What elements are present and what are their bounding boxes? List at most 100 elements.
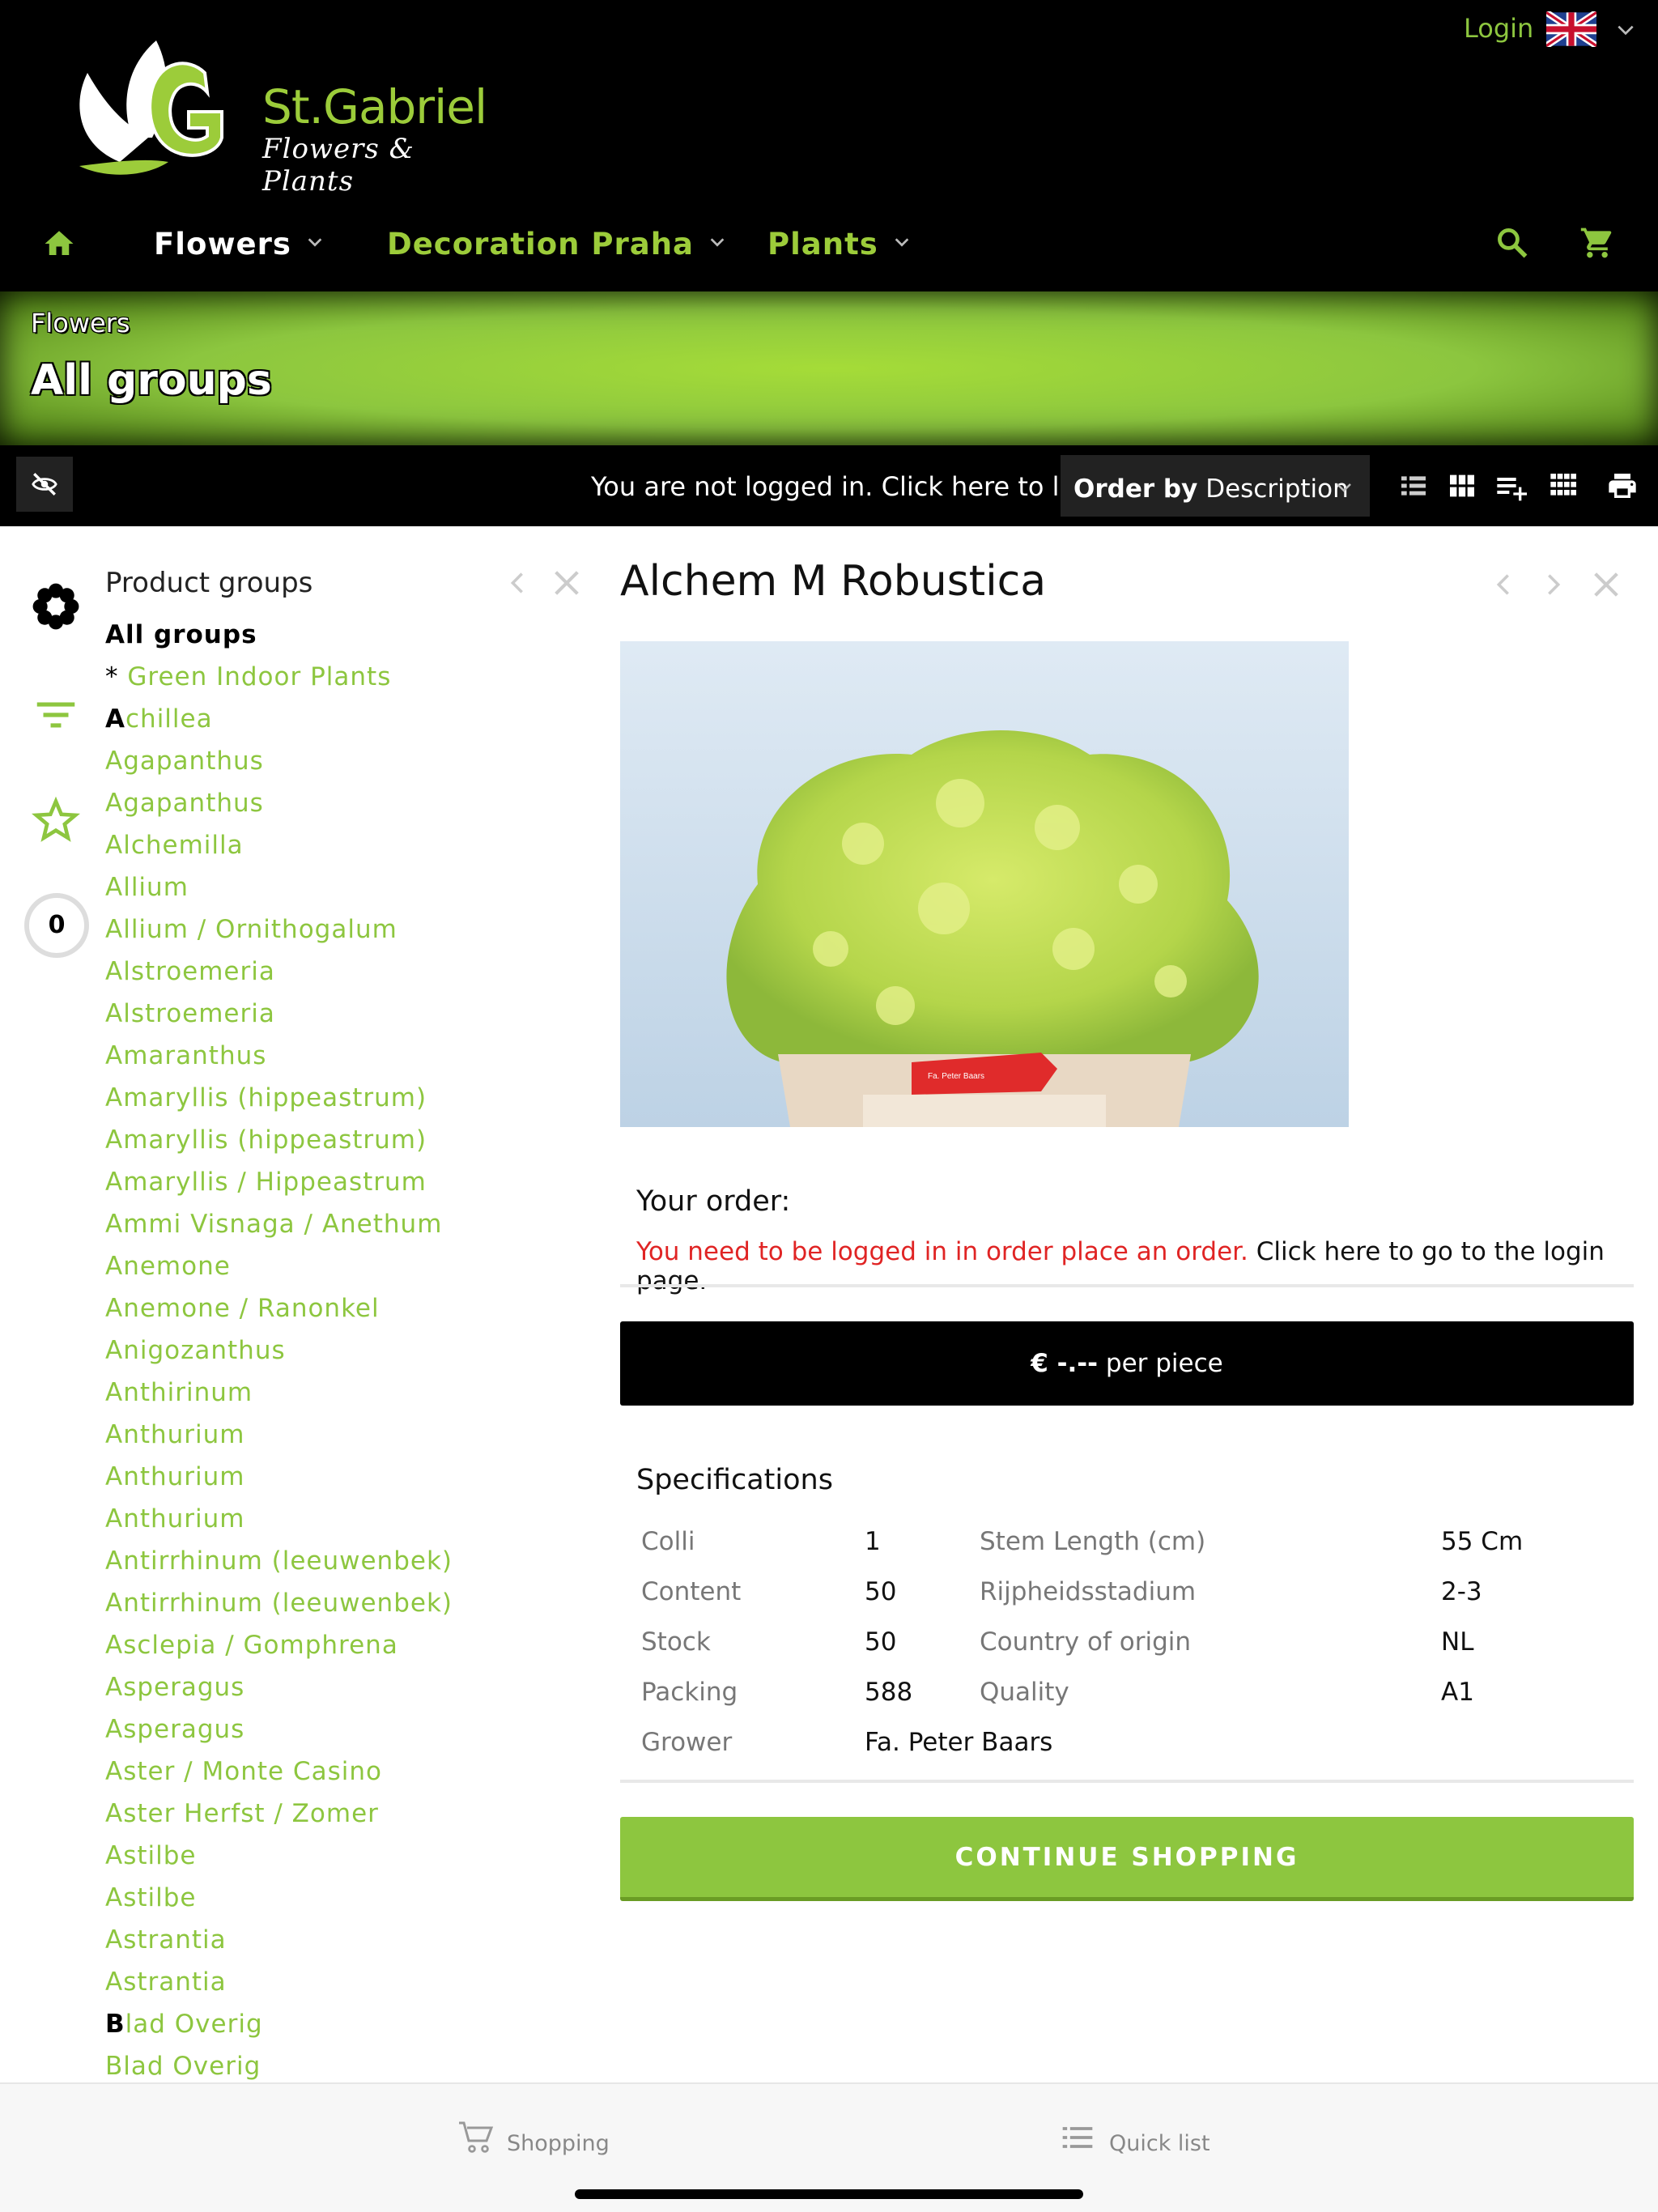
product-group-item[interactable]: Astilbe [105,1838,542,1880]
spec-key-quality: Quality [980,1678,1069,1707]
grid-view-icon[interactable] [1446,470,1478,502]
page-title: All groups [31,356,272,405]
tab-shopping-label: Shopping [507,2131,610,2156]
product-group-item[interactable]: Anthurium [105,1417,542,1459]
product-group-item[interactable]: Amaryllis (hippeastrum) [105,1080,542,1122]
site-header: St.Gabriel Flowers & Plants Login Flower… [0,0,1658,291]
product-group-item[interactable]: Aster / Monte Casino [105,1754,542,1796]
product-image[interactable]: Fa. Peter Baars [620,641,1349,1127]
login-link[interactable]: Login [1464,13,1533,44]
product-group-item[interactable]: Anemone / Ranonkel [105,1291,542,1333]
playlist-add-icon[interactable] [1494,470,1527,502]
nav-item-plants[interactable]: Plants [767,227,911,262]
price-value: € -.-- [1031,1349,1099,1378]
chevron-right-icon[interactable] [1540,568,1567,601]
product-group-item[interactable]: Asperagus [105,1670,542,1712]
letter-index: A [105,704,125,734]
logo-mark-icon [79,40,223,175]
product-group-item[interactable]: Achillea [105,701,542,743]
order-title: Your order: [636,1185,791,1218]
product-group-all[interactable]: All groups [105,617,542,659]
spec-value-packing: 588 [865,1678,913,1707]
spec-key-grower: Grower [641,1728,733,1757]
spec-key-colli: Colli [641,1527,695,1556]
site-logo[interactable]: St.Gabriel Flowers & Plants [71,24,492,198]
product-group-item[interactable]: Asperagus [105,1712,542,1754]
product-groups-list: All groups * Green Indoor Plants Achillea A… [105,617,542,2091]
product-group-item[interactable]: Blad Overig [105,2006,542,2048]
product-group-item[interactable]: Asclepia / Gomphrena [105,1627,542,1670]
product-group-item[interactable]: Amaranthus [105,1038,542,1080]
nav-item-label: Plants [767,227,878,262]
print-icon[interactable] [1606,470,1639,502]
product-group-item[interactable]: Allium [105,870,542,912]
product-group-item[interactable]: Astrantia [105,1964,542,2006]
close-icon[interactable] [551,567,583,599]
flower-icon[interactable] [31,581,81,632]
product-group-item[interactable]: * Green Indoor Plants [105,659,542,701]
item-label: lad Overig [125,2010,263,2039]
product-group-item[interactable]: Ammi Visnaga / Anethum [105,1206,542,1249]
product-group-item[interactable]: Alstroemeria [105,996,542,1038]
product-group-item[interactable]: Allium / Ornithogalum [105,912,542,954]
divider [620,1284,1634,1287]
close-icon[interactable] [1590,568,1622,601]
nav-item-decoration-praha[interactable]: Decoration Praha [387,227,726,262]
spec-value-ripeness: 2-3 [1441,1577,1482,1606]
cart-icon[interactable] [1579,225,1616,261]
product-group-item[interactable]: Antirrhinum (leeuwenbek) [105,1543,542,1585]
product-group-item[interactable]: Amaryllis / Hippeastrum [105,1164,542,1206]
tab-shopping[interactable]: Shopping [457,2118,619,2167]
cart-count-badge[interactable]: 0 [24,893,89,958]
product-group-item[interactable]: Antirrhinum (leeuwenbek) [105,1585,542,1627]
product-group-item[interactable]: Anthirinum [105,1375,542,1417]
uk-flag-icon[interactable] [1546,11,1596,47]
specifications-title: Specifications [636,1464,833,1496]
order-by-value: Description [1205,474,1349,504]
product-group-item[interactable]: Astilbe [105,1880,542,1922]
product-group-item[interactable]: Anthurium [105,1459,542,1501]
nav-item-flowers[interactable]: Flowers [154,227,324,262]
product-group-item[interactable]: Alstroemeria [105,954,542,996]
spec-value-content: 50 [865,1577,897,1606]
tab-quick-list-label: Quick list [1109,2131,1210,2156]
spec-value-grower: Fa. Peter Baars [865,1728,1053,1757]
spec-value-colli: 1 [865,1527,881,1556]
star-icon[interactable] [31,795,81,845]
filter-icon[interactable] [31,690,81,740]
product-group-item[interactable]: Amaryllis (hippeastrum) [105,1122,542,1164]
login-message-link[interactable]: You are not logged in. Click here to log… [591,471,1132,502]
chevron-left-icon[interactable] [504,567,531,599]
continue-shopping-button[interactable]: CONTINUE SHOPPING [620,1817,1634,1901]
list-icon [1062,2127,1093,2148]
product-group-item[interactable]: Anthurium [105,1501,542,1543]
home-indicator [575,2189,1083,2199]
order-by-prefix: Order by [1073,474,1198,504]
breadcrumb[interactable]: Flowers [31,308,130,338]
chevron-down-icon [710,238,725,247]
compact-grid-icon[interactable] [1548,470,1580,502]
home-icon[interactable] [42,227,76,261]
product-group-item[interactable]: Agapanthus [105,785,542,827]
item-label: chillea [125,704,213,734]
product-group-item[interactable]: Aster Herfst / Zomer [105,1796,542,1838]
product-group-item[interactable]: Anemone [105,1249,542,1291]
item-label: Green Indoor Plants [127,662,392,691]
chevron-down-icon[interactable] [1615,19,1636,40]
chevron-left-icon[interactable] [1490,568,1517,601]
eye-off-icon [32,473,57,496]
product-group-item[interactable]: Anigozanthus [105,1333,542,1375]
product-group-item[interactable]: Alchemilla [105,827,542,870]
search-icon[interactable] [1494,225,1530,261]
item-prefix: * [105,662,128,691]
tab-quick-list[interactable]: Quick list [1057,2118,1219,2167]
list-view-icon[interactable] [1397,470,1430,502]
spec-value-quality: A1 [1441,1678,1474,1707]
product-group-item[interactable]: Astrantia [105,1922,542,1964]
order-by-select[interactable]: Order by Description [1061,455,1370,517]
letter-index: B [105,2010,125,2039]
category-banner: Flowers All groups [0,291,1658,445]
order-warning: You need to be logged in in order place … [636,1237,1248,1266]
hide-prices-button[interactable] [16,457,73,512]
product-group-item[interactable]: Agapanthus [105,743,542,785]
